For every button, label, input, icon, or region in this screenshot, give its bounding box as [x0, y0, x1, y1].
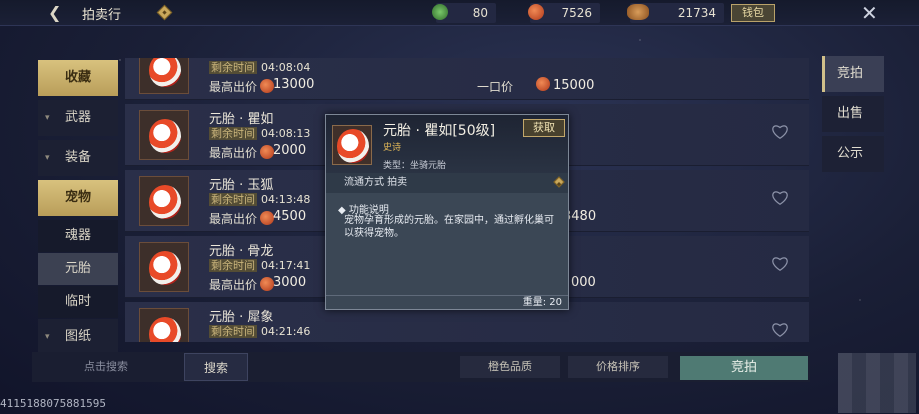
nav-pets[interactable]: 宠物: [38, 180, 118, 216]
jade-currency-icon: [432, 4, 448, 20]
remaining-time: 剩余时间 04:13:48: [209, 193, 311, 206]
bid-value: 3000: [273, 275, 307, 290]
bid-label: 最高出价: [209, 144, 277, 161]
obtain-button[interactable]: 获取: [523, 119, 565, 137]
bid-button[interactable]: 竞拍: [680, 356, 808, 380]
remaining-time: 剩余时间 04:08:13: [209, 127, 311, 140]
nav-favorites[interactable]: 收藏: [38, 60, 118, 96]
nav-embryo[interactable]: 元胎: [38, 253, 118, 285]
remaining-time: 剩余时间 04:21:46: [209, 325, 311, 338]
diamond-icon: [553, 176, 565, 188]
nav-blueprints[interactable]: ▾ 图纸: [38, 319, 118, 355]
item-type: 类型：坐骑元胎: [383, 161, 447, 171]
back-arrow-icon[interactable]: ❮: [48, 3, 61, 22]
embryo-egg-icon: [149, 251, 181, 285]
buyout-value: 000: [571, 275, 596, 290]
tab-announcement[interactable]: 公示: [822, 136, 884, 172]
bid-label: 最高出价: [209, 276, 277, 293]
chevron-down-icon: ▾: [45, 153, 50, 163]
nav-equipment[interactable]: ▾ 装备: [38, 140, 118, 176]
copper-coin-icon: [260, 145, 275, 159]
user-id-text: 4115188075881595: [0, 397, 106, 410]
nav-temporary[interactable]: 临时: [38, 286, 118, 318]
favorite-heart-icon[interactable]: [771, 322, 789, 338]
blurred-watermark: [838, 353, 916, 413]
item-thumbnail: [139, 308, 189, 342]
copper-currency-icon: [528, 4, 544, 20]
copper-coin-icon: [536, 77, 550, 91]
remaining-time: 剩余时间 04:08:04: [209, 61, 311, 74]
bid-value: 4500: [273, 209, 307, 224]
item-tooltip: 元胎 · 瞿如[50级] 获取 史诗 类型：坐骑元胎 流通方式 拍卖 ◆ 功能说…: [325, 114, 569, 310]
chevron-down-icon: ▾: [45, 113, 50, 123]
item-rarity: 史诗: [383, 143, 402, 153]
search-input[interactable]: 点击搜索: [36, 353, 176, 381]
description-text: 宠物孕育形成的元胎。在家园中，通过孵化巢可以获得宠物。: [344, 215, 554, 239]
buyout-value: 15000: [533, 77, 594, 93]
favorite-heart-icon[interactable]: [771, 124, 789, 140]
copper-coin-icon: [260, 277, 275, 291]
price-sort[interactable]: 价格排序: [568, 356, 668, 378]
embryo-egg-icon: [149, 185, 181, 219]
bottom-bar: 点击搜索 搜索 橙色品质 价格排序 竞拍: [32, 352, 810, 382]
circulation-row: 流通方式 拍卖: [326, 173, 568, 193]
item-thumbnail: [139, 110, 189, 160]
wallet-button[interactable]: 钱包: [731, 4, 775, 22]
embryo-egg-icon: [149, 317, 181, 342]
right-tabs: 竞拍 出售 公示: [822, 56, 884, 176]
embryo-egg-icon: [337, 129, 369, 163]
tab-bid[interactable]: 竞拍: [822, 56, 884, 92]
tooltip-header: 元胎 · 瞿如[50级] 获取 史诗 类型：坐骑元胎: [326, 115, 568, 173]
search-button[interactable]: 搜索: [184, 353, 248, 381]
item-icon: [332, 125, 372, 165]
close-icon[interactable]: ✕: [861, 1, 878, 25]
embryo-egg-icon: [149, 58, 181, 87]
nav-soul-vessel[interactable]: 魂器: [38, 220, 118, 252]
buyout-label: 一口价: [477, 80, 514, 94]
copper-coin-icon: [260, 79, 275, 93]
info-diamond-icon[interactable]: [156, 4, 173, 21]
bid-label: 最高出价: [209, 210, 277, 227]
nav-weapons[interactable]: ▾ 武器: [38, 100, 118, 136]
item-thumbnail: [139, 176, 189, 226]
tab-sell[interactable]: 出售: [822, 96, 884, 132]
item-weight: 重量: 20: [326, 295, 568, 309]
favorite-heart-icon[interactable]: [771, 190, 789, 206]
silver-ingot-icon: [627, 4, 649, 20]
bid-value: 13000: [273, 77, 315, 92]
top-bar: ❮ 拍卖行 80 7526 21734 钱包 ✕: [0, 0, 919, 26]
quality-filter[interactable]: 橙色品质: [460, 356, 560, 378]
remaining-time: 剩余时间 04:17:41: [209, 259, 311, 272]
bid-label: 最高出价: [209, 78, 277, 95]
favorite-heart-icon[interactable]: [771, 256, 789, 272]
item-thumbnail: [139, 58, 189, 94]
list-item[interactable]: 剩余时间 04:08:04 最高出价 13000 一口价 15000: [125, 58, 809, 100]
item-thumbnail: [139, 242, 189, 292]
bid-value: 2000: [273, 143, 307, 158]
category-nav: 收藏 ▾ 武器 ▾ 装备 宠物 魂器 元胎 临时 ▾ 图纸: [38, 60, 118, 359]
embryo-egg-icon: [149, 119, 181, 153]
copper-coin-icon: [260, 211, 275, 225]
tooltip-item-name: 元胎 · 瞿如[50级]: [383, 123, 496, 139]
page-title: 拍卖行: [82, 8, 122, 23]
chevron-down-icon: ▾: [45, 332, 50, 342]
